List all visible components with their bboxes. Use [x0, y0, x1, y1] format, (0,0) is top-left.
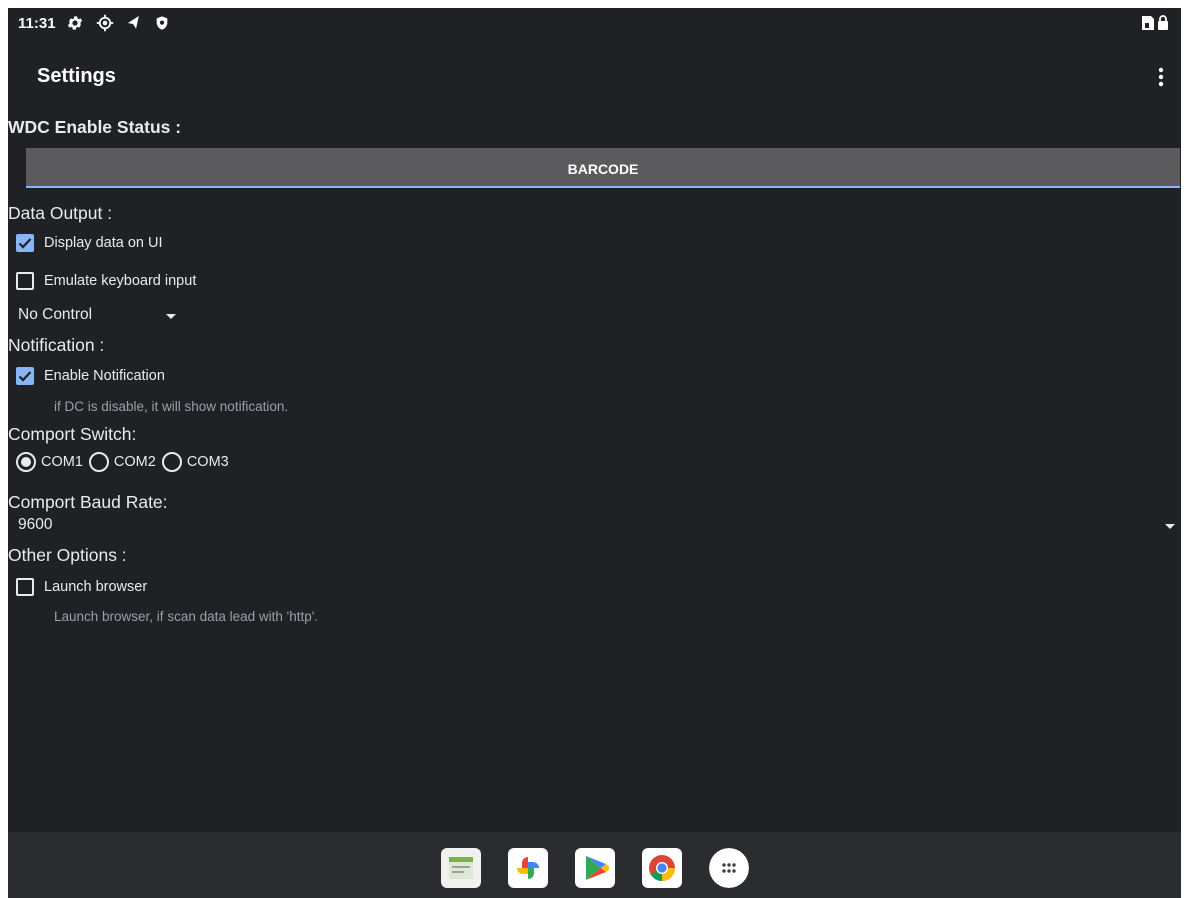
chrome-icon[interactable] — [641, 848, 682, 888]
battery-lock-icon — [1157, 15, 1169, 36]
enable-notification-label: Enable Notification — [44, 368, 165, 384]
baud-rate-dropdown[interactable]: 9600 — [18, 516, 1176, 538]
radio-com1[interactable]: COM1 — [16, 452, 83, 472]
checkbox-unchecked — [16, 272, 34, 290]
emulate-keyboard-checkbox[interactable]: Emulate keyboard input — [16, 272, 196, 290]
control-mode-value: No Control — [18, 306, 93, 323]
sim-card-icon — [1141, 15, 1155, 36]
other-options-label: Other Options : — [8, 545, 127, 565]
checkbox-unchecked — [16, 578, 34, 596]
emulate-keyboard-label: Emulate keyboard input — [44, 273, 197, 289]
google-play-icon[interactable] — [574, 848, 615, 888]
radio-com2-label: COM2 — [113, 454, 156, 470]
radio-com2[interactable]: COM2 — [88, 452, 156, 472]
radio-com3-label: COM3 — [186, 454, 229, 470]
radio-com1-label: COM1 — [41, 454, 83, 470]
page-title: Settings — [37, 65, 116, 87]
comport-radio-group: COM1 COM2 COM3 — [16, 452, 235, 472]
target-icon — [96, 14, 114, 32]
notification-hint: if DC is disable, it will show notificat… — [54, 399, 289, 414]
screen: 11:31 Settings WDC Enable Status: BARCO… — [8, 8, 1181, 898]
checkbox-checked — [16, 234, 34, 252]
scanner-app-icon[interactable] — [440, 848, 481, 888]
launch-browser-checkbox[interactable]: Launch browser — [16, 578, 147, 596]
google-photos-icon[interactable] — [507, 848, 548, 888]
display-data-on-ui-checkbox[interactable]: Display data on UI — [16, 234, 162, 252]
dropdown-arrow-icon — [1165, 524, 1175, 529]
launch-browser-label: Launch browser — [44, 579, 148, 595]
radio-com3[interactable]: COM3 — [161, 452, 229, 472]
baud-rate-label: Comport Baud Rate: — [8, 492, 168, 512]
enable-notification-checkbox[interactable]: Enable Notification — [16, 367, 165, 385]
settings-gear-icon — [66, 14, 84, 32]
checkbox-checked — [16, 367, 34, 385]
taskbar — [8, 832, 1181, 898]
data-output-label: Data Output : — [8, 203, 113, 223]
barcode-button[interactable]: BARCODE — [26, 148, 1180, 188]
status-icons — [66, 14, 170, 32]
status-bar: 11:31 — [8, 8, 1181, 40]
baud-rate-value: 9600 — [18, 516, 53, 533]
shield-icon — [154, 14, 170, 32]
radio-unselected-icon — [161, 452, 182, 472]
wdc-enable-status-label: WDC Enable Status : — [8, 117, 182, 137]
comport-switch-label: Comport Switch: — [8, 424, 137, 444]
dropdown-arrow-icon — [166, 314, 176, 319]
radio-unselected-icon — [88, 452, 109, 472]
control-mode-dropdown[interactable]: No Control — [18, 306, 178, 328]
location-arrow-icon — [126, 14, 142, 32]
launch-browser-hint: Launch browser, if scan data lead with '… — [54, 609, 319, 624]
more-vert-icon[interactable] — [1151, 65, 1171, 89]
display-data-on-ui-label: Display data on UI — [44, 235, 163, 251]
app-dock — [8, 848, 1181, 888]
radio-selected-icon — [16, 452, 36, 472]
notification-label: Notification : — [8, 335, 105, 355]
app-drawer-icon[interactable] — [708, 848, 749, 888]
status-right-icons — [1141, 15, 1169, 36]
status-time: 11:31 — [18, 15, 56, 32]
